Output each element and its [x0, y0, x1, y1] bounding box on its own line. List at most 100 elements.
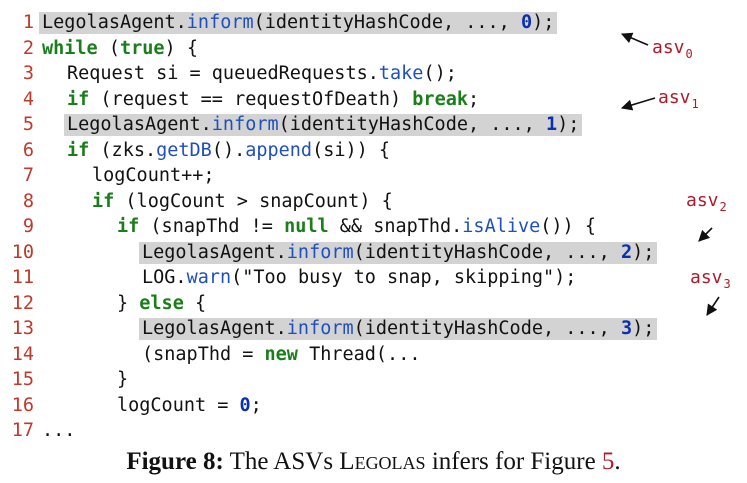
caption-end: .	[614, 448, 621, 475]
line-number: 9	[22, 216, 34, 237]
asv0-label: asv0	[652, 37, 693, 61]
code-token: (identityHashCode, ...,	[353, 318, 621, 339]
method-name: warn	[186, 267, 232, 288]
code-token: );	[632, 241, 655, 263]
line-number: 14	[11, 343, 34, 365]
keyword: if	[92, 190, 115, 212]
method-name: take	[378, 63, 424, 84]
code-token: logCount++;	[92, 165, 215, 186]
keyword: else	[139, 292, 184, 314]
code-line: 2 while (true) {	[0, 36, 747, 62]
code-token: LegolasAgent.	[142, 318, 287, 339]
keyword: while	[42, 37, 98, 59]
code-token: (logCount > snapCount) {	[114, 190, 393, 212]
code-token: (identityHashCode, ...,	[253, 12, 521, 33]
method-name: inform	[286, 241, 354, 263]
line-number: 3	[22, 63, 34, 84]
keyword: break	[412, 88, 468, 110]
line-number: 10	[11, 241, 34, 263]
method-name: inform	[186, 12, 254, 33]
code-text: }	[117, 367, 128, 393]
code-token: }	[117, 369, 129, 390]
keyword: null	[284, 216, 329, 237]
number-literal: 1	[545, 114, 558, 135]
line-number: 11	[11, 267, 34, 288]
method-name: getDB	[156, 139, 212, 161]
code-line: 14 (snapThd = new Thread(...	[0, 342, 747, 368]
code-line: 3 Request si = queuedRequests.take();	[0, 61, 747, 87]
code-token: {	[183, 292, 207, 314]
code-token: ) {	[164, 37, 198, 59]
code-listing: 1 LegolasAgent.inform(identityHashCode, .…	[0, 10, 747, 444]
figure-reference-link[interactable]: 5	[602, 448, 615, 475]
line-number: 7	[22, 165, 34, 186]
code-line: 10 LegolasAgent.inform(identityHashCode, …	[0, 240, 747, 266]
code-line: 5 LegolasAgent.inform(identityHashCode, .…	[0, 112, 747, 138]
code-text: while (true) {	[42, 36, 198, 62]
code-line: 4 if (request == requestOfDeath) break;	[0, 87, 747, 113]
code-line: 8 if (logCount > snapCount) {	[0, 189, 747, 215]
method-name: isAlive	[462, 216, 541, 237]
keyword: if	[117, 216, 140, 237]
keyword: if	[67, 88, 90, 110]
line-number: 13	[11, 318, 34, 339]
line-number: 4	[22, 88, 34, 110]
code-text: if (logCount > snapCount) {	[92, 189, 393, 215]
code-token: LegolasAgent.	[142, 241, 287, 263]
code-text: if (zks.getDB().append(si)) {	[67, 138, 390, 164]
code-token: && snapThd.	[328, 216, 463, 237]
line-number: 1	[22, 12, 34, 33]
number-literal: 0	[520, 12, 533, 33]
caption-text-after: infers for Figure	[425, 448, 602, 475]
code-token: (request == requestOfDeath)	[89, 88, 413, 110]
code-line: 6 if (zks.getDB().append(si)) {	[0, 138, 747, 164]
code-text: logCount = 0;	[117, 393, 262, 419]
line-number: 16	[11, 394, 34, 416]
line-number: 2	[22, 37, 34, 59]
code-text: LegolasAgent.inform(identityHashCode, ..…	[42, 10, 554, 36]
code-token: );	[632, 318, 655, 339]
code-line: 9 if (snapThd != null && snapThd.isAlive(…	[0, 214, 747, 240]
line-number: 5	[22, 114, 34, 135]
keyword: if	[67, 139, 90, 161]
code-text: ...	[42, 418, 75, 444]
code-token: (	[97, 37, 120, 59]
code-line: 15}	[0, 367, 747, 393]
code-line: 11 LOG.warn("Too busy to snap, skipping")…	[0, 265, 747, 291]
code-line: 17...	[0, 418, 747, 444]
keyword: true	[119, 37, 165, 59]
code-token: Thread(...	[297, 343, 421, 365]
asv1-label: asv1	[658, 87, 699, 111]
code-token: );	[557, 114, 580, 135]
system-name: Legolas	[339, 448, 426, 475]
method-name: inform	[211, 114, 279, 135]
code-token: LegolasAgent.	[42, 12, 187, 33]
code-token: );	[532, 12, 555, 33]
code-text: logCount++;	[92, 163, 215, 189]
code-text: LegolasAgent.inform(identityHashCode, ..…	[142, 240, 654, 266]
figure-caption: Figure 8: The ASVs Legolas infers for Fi…	[0, 448, 747, 476]
caption-text-before: The ASVs	[223, 448, 340, 475]
code-token: LOG.	[142, 267, 187, 288]
code-token: }	[117, 292, 140, 314]
number-literal: 2	[620, 241, 633, 263]
code-token: (identityHashCode, ...,	[278, 114, 546, 135]
code-token: (snapThd =	[142, 343, 265, 365]
method-name: append	[245, 139, 313, 161]
code-line: 7 logCount++;	[0, 163, 747, 189]
asv3-label: asv3	[690, 267, 731, 291]
code-line: 1 LegolasAgent.inform(identityHashCode, .…	[0, 10, 747, 36]
code-line: 12} else {	[0, 291, 747, 317]
code-token: ().	[211, 139, 246, 161]
line-number: 17	[11, 420, 34, 441]
code-text: if (request == requestOfDeath) break;	[67, 87, 479, 113]
code-token: ...	[42, 420, 76, 441]
line-number: 12	[11, 292, 34, 314]
code-text: if (snapThd != null && snapThd.isAlive()…	[117, 214, 596, 240]
code-token: ;	[250, 394, 262, 416]
code-line: 13 LegolasAgent.inform(identityHashCode, …	[0, 316, 747, 342]
code-token: Request si = queuedRequests.	[67, 63, 379, 84]
code-token: (snapThd !=	[139, 216, 285, 237]
line-number: 6	[22, 139, 34, 161]
number-literal: 0	[239, 394, 251, 416]
